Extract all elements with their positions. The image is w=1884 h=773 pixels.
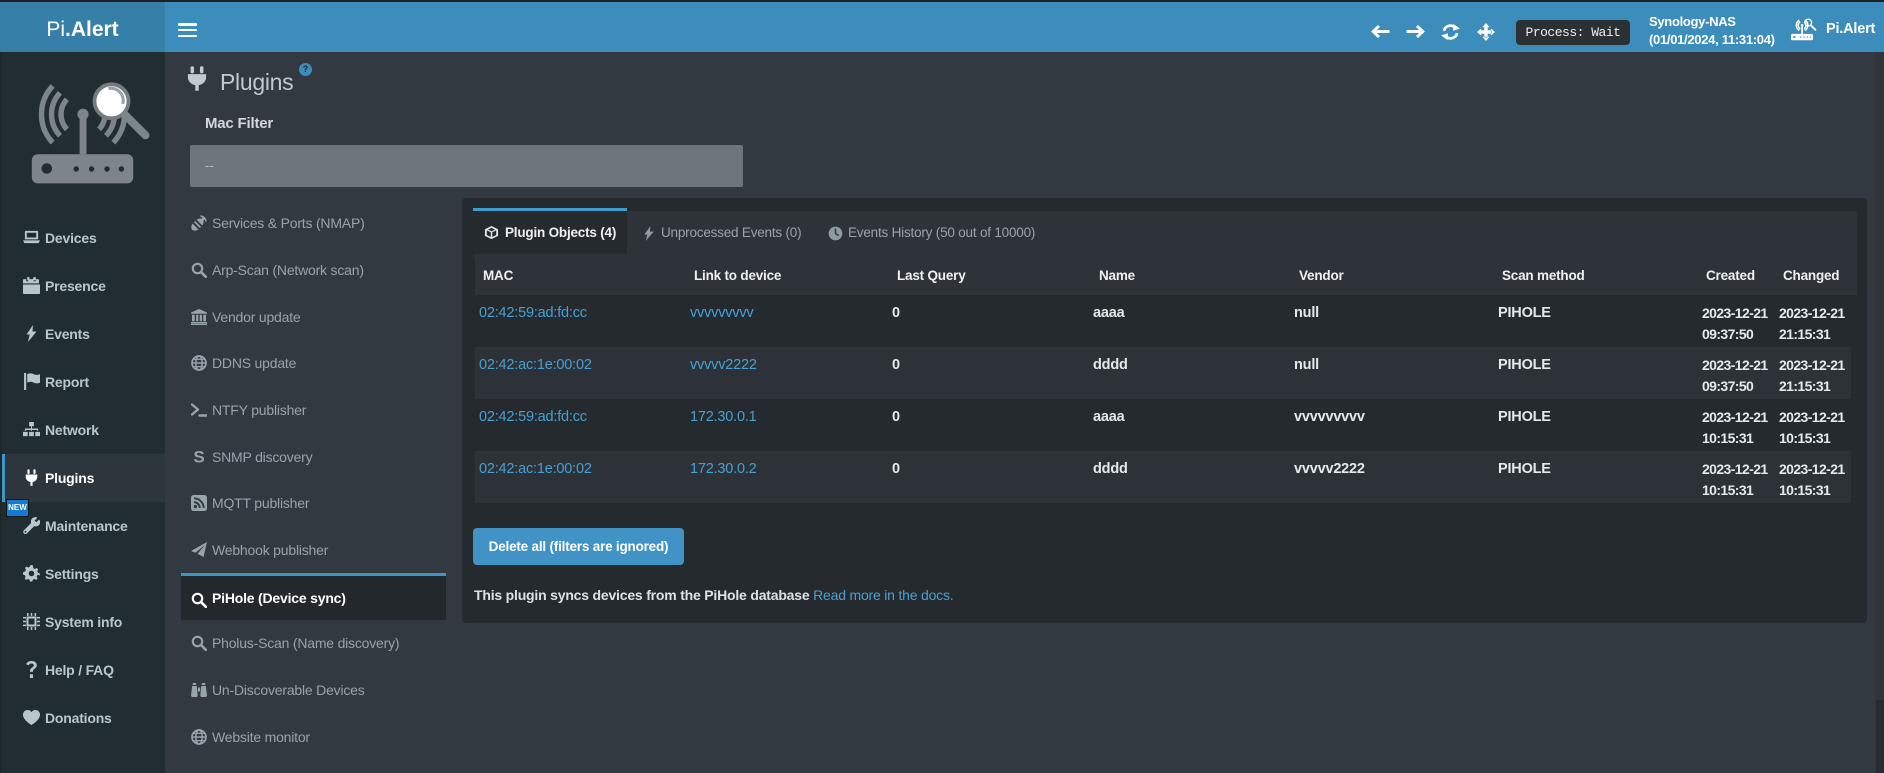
svg-text:S: S (193, 449, 204, 465)
